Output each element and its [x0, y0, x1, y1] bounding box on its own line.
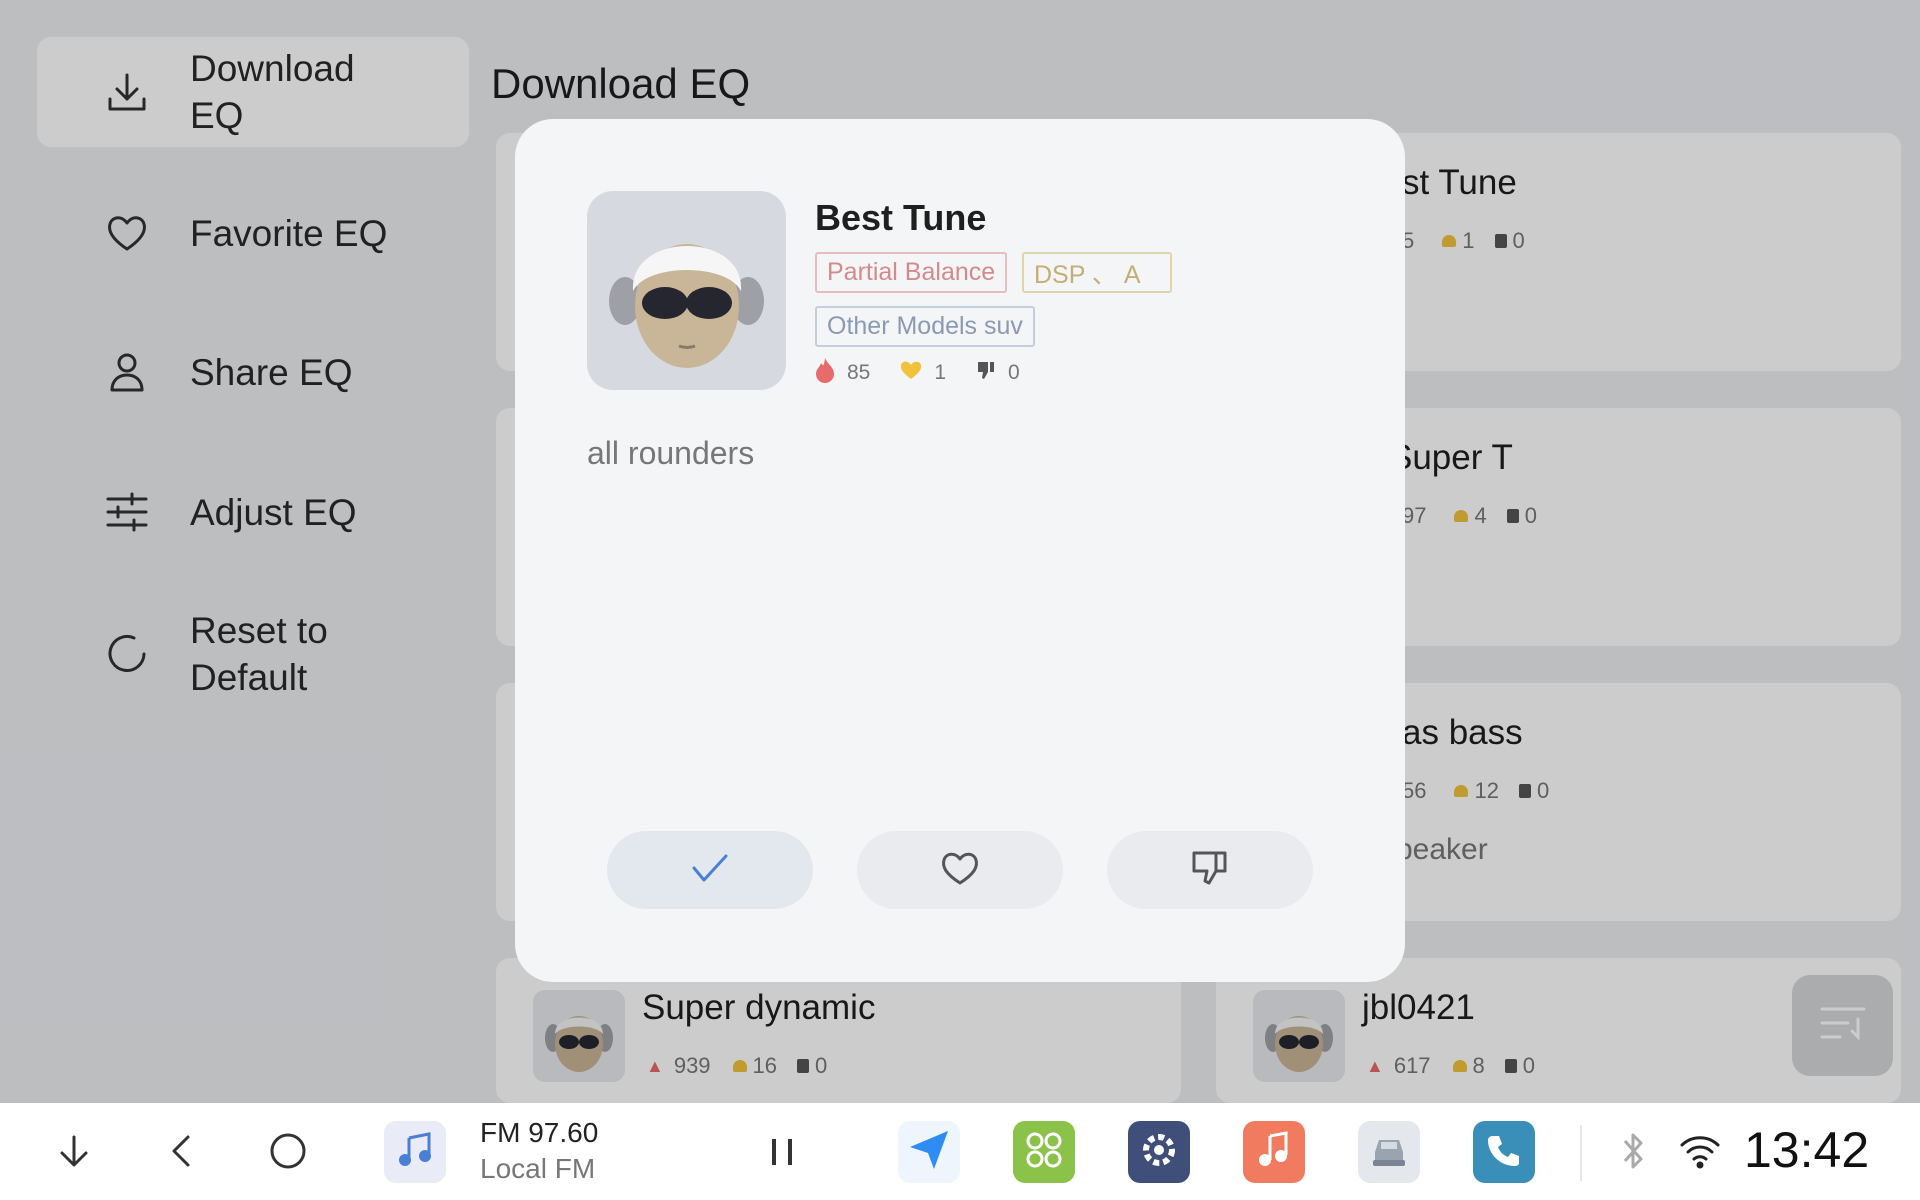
dislike-button[interactable] [1107, 831, 1313, 909]
radio-frequency[interactable]: FM 97.60 [480, 1117, 598, 1149]
tag-balance: Partial Balance [815, 252, 1008, 293]
back-icon [162, 1131, 202, 1176]
thumbs-down-icon [1190, 849, 1230, 892]
app-settings[interactable] [1128, 1121, 1190, 1183]
home-circle-icon [268, 1131, 308, 1176]
dialog-title: Best Tune [815, 197, 987, 238]
app-navigation[interactable] [898, 1121, 960, 1183]
tag-dsp: DSP 、 A [1022, 252, 1172, 293]
fire-icon [815, 357, 835, 389]
bluetooth-status[interactable] [1604, 1123, 1664, 1183]
apply-button[interactable] [607, 831, 813, 909]
likes-count: 1 [934, 361, 947, 384]
apps-grid-icon [1024, 1130, 1064, 1175]
dialog-description: all rounders [587, 435, 755, 471]
radio-station-name: Local FM [480, 1153, 596, 1184]
app-vehicle[interactable] [1358, 1121, 1420, 1183]
like-icon [900, 360, 922, 386]
pause-icon [762, 1131, 802, 1176]
phone-icon [1484, 1130, 1524, 1175]
favorite-button[interactable] [857, 831, 1063, 909]
pause-button[interactable] [752, 1123, 812, 1183]
bluetooth-icon [1619, 1131, 1649, 1176]
wifi-status[interactable] [1670, 1123, 1730, 1183]
avatar [587, 191, 786, 390]
back-button[interactable] [152, 1123, 212, 1183]
music-note-icon [395, 1130, 435, 1175]
car-icon [1367, 1130, 1411, 1175]
app-launcher[interactable] [1013, 1121, 1075, 1183]
navigation-arrow-icon [906, 1127, 952, 1178]
wifi-icon [1678, 1131, 1722, 1176]
views-count: 85 [847, 361, 871, 384]
taskbar-divider [1580, 1125, 1582, 1181]
tag-model: Other Models suv [815, 306, 1035, 347]
home-button[interactable] [258, 1123, 318, 1183]
taskbar: FM 97.60 Local FM 13:42 [0, 1103, 1920, 1200]
collapse-button[interactable] [44, 1123, 104, 1183]
heart-icon [940, 850, 980, 891]
eq-detail-dialog: Best Tune Partial Balance DSP 、 A Other … [515, 119, 1405, 982]
check-icon [690, 852, 730, 889]
dislikes-count: 0 [1008, 361, 1020, 384]
dialog-stats: 85 1 0 [815, 357, 1020, 389]
gear-icon [1139, 1130, 1179, 1175]
clock: 13:42 [1744, 1122, 1870, 1178]
app-music[interactable] [1243, 1121, 1305, 1183]
music-player-tile[interactable] [384, 1121, 446, 1183]
chevron-down-icon [54, 1131, 94, 1176]
app-phone[interactable] [1473, 1121, 1535, 1183]
music-note-icon [1254, 1130, 1294, 1175]
dislike-icon [976, 360, 996, 386]
